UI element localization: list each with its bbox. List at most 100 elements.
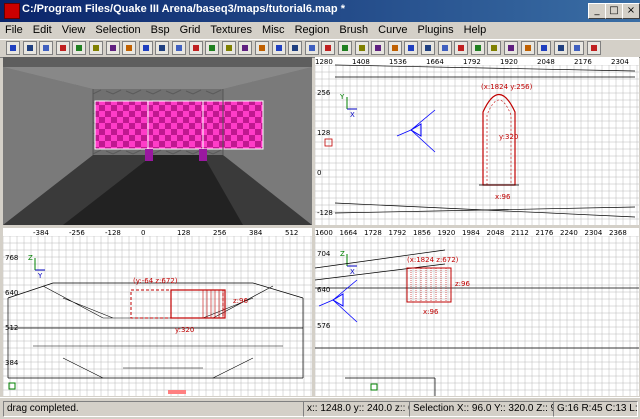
close-button[interactable]: × xyxy=(622,3,640,19)
menu-grid[interactable]: Grid xyxy=(175,22,206,36)
xz-ruler-tick-label: 2176 xyxy=(536,229,554,237)
select-partial-icon[interactable] xyxy=(172,41,186,55)
patch-bend-icon[interactable] xyxy=(437,41,452,55)
camera-view[interactable] xyxy=(3,57,312,225)
axis-x-label: X xyxy=(350,111,355,119)
menu-selection[interactable]: Selection xyxy=(90,22,145,36)
patch-insert-icon[interactable] xyxy=(454,41,469,55)
axis-y-label: Z xyxy=(340,250,345,258)
yz-ruler-tick-label: 256 xyxy=(213,229,227,237)
menu-textures[interactable]: Textures xyxy=(205,22,257,36)
ruler-tick-label: 256 xyxy=(317,89,331,97)
minimize-button[interactable]: _ xyxy=(588,3,606,19)
xz-ruler-tick-label: 1792 xyxy=(389,229,407,237)
patch-icon[interactable] xyxy=(421,41,435,55)
entity-marker[interactable] xyxy=(324,138,333,147)
status-selection-size: Selection X:: 96.0 Y:: 320.0 Z:: 96.0 xyxy=(409,401,554,417)
xy-ruler-tick-label: 2176 xyxy=(574,58,592,66)
menu-misc[interactable]: Misc xyxy=(257,22,290,36)
patch-cap-icon[interactable] xyxy=(487,41,502,55)
ruler-tick-label: -128 xyxy=(317,209,333,217)
menu-view[interactable]: View xyxy=(57,22,91,36)
menu-edit[interactable]: Edit xyxy=(28,22,57,36)
flip-y-icon[interactable] xyxy=(55,41,70,55)
menu-region[interactable]: Region xyxy=(290,22,335,36)
status-grid: G:16 R:45 C:13 L:MR xyxy=(553,401,638,417)
xz-ruler-tick-label: 1920 xyxy=(438,229,456,237)
rotate-x-icon[interactable] xyxy=(89,41,103,55)
xy-ruler-tick-label: 1920 xyxy=(500,58,518,66)
ruler-tick-label: 704 xyxy=(317,250,331,258)
xz-ruler-tick-label: 2368 xyxy=(609,229,627,237)
hollow-icon[interactable] xyxy=(238,41,253,55)
select-inside-icon[interactable] xyxy=(188,41,203,55)
xy-ruler-tick-label: 1792 xyxy=(463,58,481,66)
menu-bsp[interactable]: Bsp xyxy=(146,22,175,36)
maximize-button[interactable]: □ xyxy=(605,3,623,19)
open-icon[interactable] xyxy=(6,41,20,55)
selected-brush-outline[interactable] xyxy=(130,289,224,319)
xz-view[interactable]: 1600 1664 1728 1792 1856 1920 1984 2048 2112 2176… xyxy=(315,228,639,396)
menu-plugins[interactable]: Plugins xyxy=(413,22,459,36)
ruler-tick-label: 768 xyxy=(5,254,18,262)
csg-subtract-icon[interactable] xyxy=(205,41,220,55)
menu-bar: File Edit View Selection Bsp Grid Textures Misc… xyxy=(0,22,640,39)
scale-z-icon[interactable] xyxy=(371,41,386,55)
save-icon[interactable] xyxy=(22,41,37,55)
texture-view-icon[interactable] xyxy=(271,41,286,55)
axis-x-label: Y xyxy=(37,272,43,280)
drag-edges-icon[interactable] xyxy=(387,41,402,55)
ruler-tick-label: 640 xyxy=(5,289,18,297)
menu-curve[interactable]: Curve xyxy=(373,22,412,36)
redisperse-icon[interactable] xyxy=(504,41,518,55)
toolbar xyxy=(0,39,640,58)
show-entities-icon[interactable] xyxy=(520,41,535,55)
xy-view[interactable]: 1280 1408 1536 1664 1792 1920 2048 2176 2304 256 1… xyxy=(315,57,639,225)
lock-icon[interactable] xyxy=(537,41,552,55)
selected-curve[interactable] xyxy=(170,289,226,319)
yz-ruler-tick-label: 512 xyxy=(285,229,298,237)
menu-file[interactable]: File xyxy=(0,22,28,36)
move-camera-icon[interactable] xyxy=(321,41,336,55)
select-mode-icon[interactable] xyxy=(553,41,568,55)
dimension-label: z:96 xyxy=(455,280,470,288)
menu-help[interactable]: Help xyxy=(459,22,492,36)
clipper-icon[interactable] xyxy=(288,41,303,55)
yz-view[interactable]: -384 -256 -128 0 128 256 384 512 768 640 512 384 Y Z(… xyxy=(3,228,312,396)
title-bar: C:/Program Files/Quake III Arena/baseq3/… xyxy=(0,0,640,22)
snap-icon[interactable] xyxy=(587,41,601,55)
status-bar: drag completed. x:: 1248.0 y:: 240.0 z::… xyxy=(0,397,640,419)
texture-lock-icon[interactable] xyxy=(570,41,585,55)
scale-y-icon[interactable] xyxy=(354,41,369,55)
xz-ruler-tick-label: 2240 xyxy=(560,229,578,237)
xz-ruler-tick-label: 1984 xyxy=(462,229,480,237)
xy-ruler-tick-label: 2048 xyxy=(537,58,555,66)
selected-brush[interactable] xyxy=(94,100,264,150)
status-coords: x:: 1248.0 y:: 240.0 z:: 0.0 xyxy=(303,401,410,417)
xy-ruler-tick-label: 1536 xyxy=(389,58,407,66)
patch-delete-icon[interactable] xyxy=(470,41,485,55)
drag-vertices-icon[interactable] xyxy=(404,41,419,55)
menu-brush[interactable]: Brush xyxy=(334,22,373,36)
xz-ruler-tick-label: 1728 xyxy=(364,229,382,237)
yz-ruler-tick-label: 128 xyxy=(177,229,190,237)
ruler-tick-label: 384 xyxy=(5,359,19,367)
yz-ruler-tick-label: 384 xyxy=(249,229,263,237)
origin-marker xyxy=(370,383,378,391)
xy-ruler-tick-label: 2304 xyxy=(611,58,629,66)
flip-z-icon[interactable] xyxy=(72,41,87,55)
xy-ruler-tick-label: 1280 xyxy=(315,58,333,66)
size-label: x:96 xyxy=(495,193,511,201)
size-label: x:96 xyxy=(423,308,439,316)
change-view-icon[interactable] xyxy=(255,41,269,55)
rotate-z-icon[interactable] xyxy=(122,41,137,55)
scale-x-icon[interactable] xyxy=(338,41,352,55)
window-title: C:/Program Files/Quake III Arena/baseq3/… xyxy=(22,3,345,15)
flip-x-icon[interactable] xyxy=(39,41,54,55)
rotate-y-icon[interactable] xyxy=(105,41,120,55)
select-complete-icon[interactable] xyxy=(138,41,153,55)
csg-merge-icon[interactable] xyxy=(221,41,236,55)
select-touching-icon[interactable] xyxy=(155,41,170,55)
ruler-tick-label: 576 xyxy=(317,322,331,330)
cubic-clip-icon[interactable] xyxy=(304,41,319,55)
